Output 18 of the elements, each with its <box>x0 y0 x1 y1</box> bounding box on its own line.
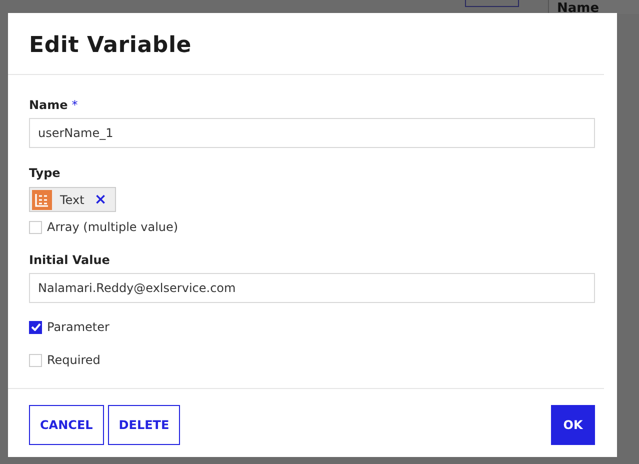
table-icon <box>32 190 52 210</box>
name-field[interactable]: userName_1 <box>29 118 595 148</box>
field-label: Name <box>29 98 68 112</box>
action-button[interactable]: CANCEL <box>29 404 104 444</box>
column-header: Name <box>557 1 600 17</box>
checkbox-label: Parameter <box>47 320 110 334</box>
ok-button[interactable]: OK <box>551 404 595 444</box>
field-label: Type <box>29 166 60 180</box>
dialog-title: Edit Variable <box>29 33 192 58</box>
action-button[interactable]: DELETE <box>108 404 180 444</box>
field-label: Initial Value <box>29 253 110 267</box>
checkbox[interactable] <box>29 320 42 334</box>
required-mark: * <box>72 98 78 112</box>
remove-button[interactable]: × <box>88 191 115 208</box>
chip-label: Text <box>59 192 86 206</box>
checkbox-label: Required <box>47 353 100 367</box>
checkbox-label: Array (multiple value) <box>47 220 178 234</box>
initial-value-field[interactable]: Nalamari.Reddy@exlservice.com <box>29 273 595 303</box>
